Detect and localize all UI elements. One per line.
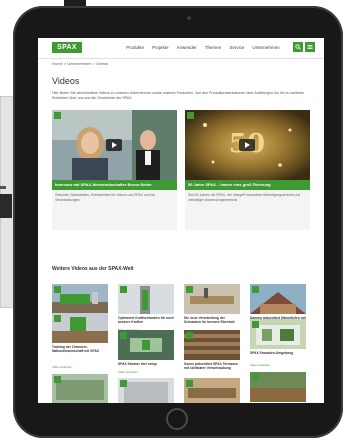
featured-video-description: Seit 50 Jahren die SPAX, der Inbegriff i… bbox=[188, 193, 301, 202]
play-icon[interactable] bbox=[239, 139, 255, 151]
video-card[interactable]: SPAX Kästner drei setup Video ansehen bbox=[118, 330, 174, 376]
tablet-screen: SPAX Produkte Projekte Anwender Themen S… bbox=[38, 38, 324, 403]
spax-badge-icon bbox=[54, 286, 61, 293]
video-card[interactable]: Die neue Verarbeitung der Schrauben für … bbox=[184, 284, 240, 336]
featured-video-title[interactable]: Interview mit SPAX-Werbebotschafter Brun… bbox=[52, 180, 177, 190]
video-thumbnail[interactable] bbox=[118, 330, 174, 360]
video-thumbnail[interactable] bbox=[250, 372, 306, 402]
video-thumbnail[interactable] bbox=[118, 284, 174, 314]
spax-badge-icon bbox=[120, 380, 127, 387]
site-header: SPAX Produkte Projekte Anwender Themen S… bbox=[38, 38, 324, 59]
video-thumbnail[interactable] bbox=[52, 313, 108, 343]
video-thumbnail[interactable] bbox=[52, 110, 177, 180]
background-dark-block bbox=[0, 194, 12, 218]
spax-badge-icon bbox=[54, 315, 61, 322]
video-thumbnail[interactable] bbox=[52, 284, 108, 314]
video-card[interactable]: SPAX Fassaden-Umgebung Video ansehen bbox=[250, 319, 306, 367]
video-card[interactable] bbox=[250, 372, 306, 403]
video-thumbnail[interactable] bbox=[184, 378, 240, 403]
video-title[interactable]: Die neue Verarbeitung der Schrauben für … bbox=[184, 316, 240, 324]
featured-video-card[interactable]: 50 50 Jahre SPAX – Immer eins groß Fixie… bbox=[185, 110, 310, 230]
video-title[interactable]: SPAX Fassaden-Umgebung bbox=[250, 351, 306, 355]
video-card[interactable]: Optimierte Kraftschrauben für noch besse… bbox=[118, 284, 174, 332]
more-videos-heading: Weitere Videos aus der SPAX-Welt bbox=[52, 266, 134, 272]
nav-item-anwender[interactable]: Anwender bbox=[177, 45, 197, 50]
menu-button[interactable] bbox=[305, 42, 315, 52]
watch-video-link[interactable]: Video ansehen bbox=[118, 370, 138, 374]
nav-item-themen[interactable]: Themen bbox=[205, 45, 222, 50]
watch-video-link[interactable]: Video ansehen bbox=[250, 363, 270, 367]
play-icon[interactable] bbox=[106, 139, 122, 151]
spax-badge-icon bbox=[54, 112, 61, 119]
intro-text: Hier finden Sie verschiedene Videos zu u… bbox=[52, 91, 305, 100]
spax-badge-icon bbox=[252, 374, 259, 381]
background-tick bbox=[0, 186, 6, 189]
featured-video-description: Zwischen Stallarbeiten, Dreharbeiten für… bbox=[55, 193, 156, 202]
video-title[interactable]: SPAX Kästner drei setup bbox=[118, 362, 174, 366]
nav-item-service[interactable]: Service bbox=[229, 45, 244, 50]
video-card[interactable]: Sonne präsentiert SPAX Terrassen mit sic… bbox=[184, 330, 240, 386]
menu-icon bbox=[307, 45, 313, 49]
watch-video-link[interactable]: Video ansehen bbox=[52, 365, 72, 369]
video-thumbnail[interactable] bbox=[184, 330, 240, 360]
nav-item-projekte[interactable]: Projekte bbox=[152, 45, 169, 50]
video-thumbnail[interactable] bbox=[184, 284, 240, 314]
video-thumbnail[interactable] bbox=[250, 284, 306, 314]
spax-badge-icon bbox=[54, 376, 61, 383]
video-thumbnail[interactable] bbox=[52, 374, 108, 403]
video-title[interactable]: Sonne präsentiert SPAX Terrassen mit sic… bbox=[184, 362, 240, 370]
featured-video-title[interactable]: 50 Jahre SPAX – Immer eins groß Fixierun… bbox=[185, 180, 310, 190]
video-thumbnail[interactable] bbox=[118, 378, 174, 403]
spax-logo[interactable]: SPAX bbox=[52, 42, 82, 53]
nav-item-produkte[interactable]: Produkte bbox=[126, 45, 144, 50]
spax-badge-icon bbox=[186, 332, 193, 339]
video-thumbnail[interactable]: 50 bbox=[185, 110, 310, 180]
spax-badge-icon bbox=[186, 380, 193, 387]
page-title: Videos bbox=[52, 76, 80, 86]
spax-badge-icon bbox=[187, 112, 194, 119]
video-card[interactable] bbox=[184, 378, 240, 403]
front-camera bbox=[187, 16, 191, 20]
spax-badge-icon bbox=[252, 286, 259, 293]
search-icon bbox=[295, 44, 301, 50]
main-nav: Produkte Projekte Anwender Themen Servic… bbox=[126, 45, 280, 50]
home-button[interactable] bbox=[166, 408, 188, 430]
spax-badge-icon bbox=[186, 286, 193, 293]
breadcrumb[interactable]: Home > Unternehmen > Videos bbox=[52, 61, 108, 66]
video-thumbnail[interactable] bbox=[250, 319, 306, 349]
nav-item-unternehmen[interactable]: Unternehmen bbox=[252, 45, 279, 50]
video-card[interactable] bbox=[118, 378, 174, 403]
video-title[interactable]: Training der Zimmerer-Nationalmannschaft… bbox=[52, 345, 108, 353]
spax-badge-icon bbox=[120, 332, 127, 339]
spax-badge-icon bbox=[120, 286, 127, 293]
video-card[interactable] bbox=[52, 374, 108, 403]
search-button[interactable] bbox=[293, 42, 303, 52]
video-card[interactable]: Training der Zimmerer-Nationalmannschaft… bbox=[52, 313, 108, 369]
featured-video-card[interactable]: Interview mit SPAX-Werbebotschafter Brun… bbox=[52, 110, 177, 230]
video-title[interactable]: Optimierte Kraftschrauben für noch besse… bbox=[118, 316, 174, 324]
spax-badge-icon bbox=[252, 321, 259, 328]
